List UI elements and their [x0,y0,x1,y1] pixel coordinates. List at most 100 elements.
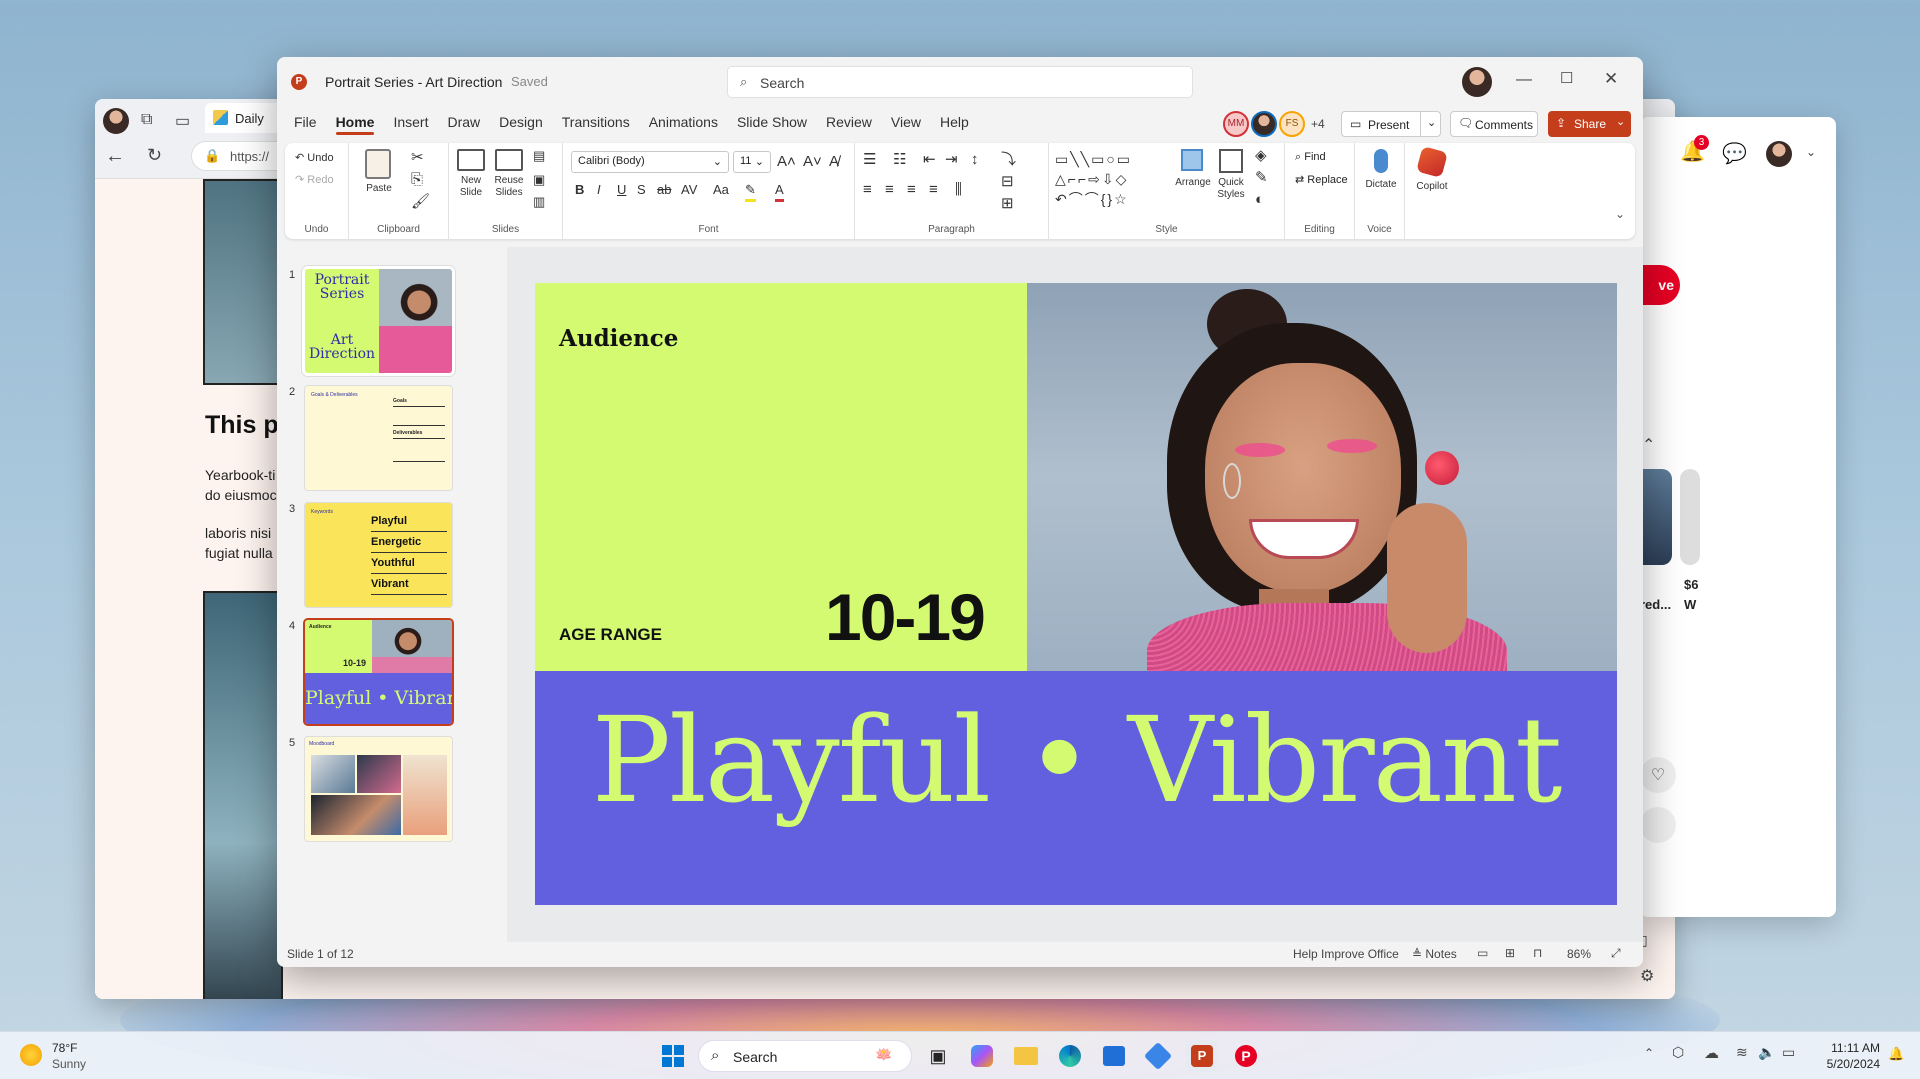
collaborator-avatar-mm[interactable]: MM [1223,111,1249,137]
pinterest-icon[interactable]: P [1230,1040,1262,1072]
clock-date[interactable]: 5/20/2024 [1818,1057,1880,1071]
onedrive-cloud-icon[interactable]: ☁ [1704,1044,1719,1062]
dictate-button[interactable]: Dictate [1361,149,1401,209]
weather-condition[interactable]: Sunny [52,1057,86,1071]
save-button[interactable]: ve [1640,265,1680,305]
normal-view-icon[interactable]: ▭ [1477,946,1488,960]
tab-transitions[interactable]: Transitions [562,107,630,137]
section-icon[interactable]: ▥ [533,193,545,211]
thumbnail-slide-2[interactable]: Goals & Deliverables Goals Deliverables [305,386,452,490]
taskbar-search[interactable]: ⌕ Search 🪷 [698,1040,912,1072]
tab-slide-show[interactable]: Slide Show [737,107,807,137]
align-center-icon[interactable]: ≡ [885,181,894,199]
battery-icon[interactable]: ▭ [1782,1044,1795,1061]
decrease-indent-icon[interactable]: ⇤ [923,151,936,169]
cut-icon[interactable]: ✂ [411,149,424,167]
bold-icon[interactable]: B [575,181,584,199]
text-direction-icon[interactable]: ⤵ [1001,151,1016,169]
back-icon[interactable]: ← [105,145,125,168]
arrange-button[interactable]: Arrange [1175,149,1211,219]
comments-button[interactable]: 🗨 Comments [1450,111,1538,137]
wifi-icon[interactable]: ≋ [1736,1044,1748,1061]
collaborators-more[interactable]: +4 [1311,117,1325,131]
thumbnail-slide-5[interactable]: Moodboard [305,737,452,841]
current-slide[interactable]: Audience AGE RANGE 10-19 Playful • Vibra… [535,283,1617,905]
slide-sorter-icon[interactable]: ⊞ [1505,946,1515,960]
clear-formatting-icon[interactable]: A̸ [829,153,839,171]
collaborator-avatar-fs[interactable]: FS [1279,111,1305,137]
tab-insert[interactable]: Insert [393,107,428,137]
start-icon[interactable] [657,1040,689,1072]
clock-time[interactable]: 11:11 AM [1822,1041,1880,1055]
edge-icon[interactable] [1054,1040,1086,1072]
copy-icon[interactable]: ⎘ [411,171,423,189]
shape-fill-icon[interactable]: ◈ [1255,147,1267,165]
increase-indent-icon[interactable]: ⇥ [945,151,958,169]
reading-view-icon[interactable]: ⊓ [1533,946,1542,960]
tab-actions-icon[interactable]: ▭ [175,111,190,131]
thumbnail-slide-1[interactable]: Portrait Series Art Direction [305,269,452,373]
collections-icon[interactable]: ⧉ [141,111,152,129]
columns-icon[interactable]: ⫼ [955,181,962,199]
help-improve-office[interactable]: Help Improve Office [1293,947,1399,961]
quick-styles-button[interactable]: Quick Styles [1213,149,1249,219]
chevron-down-icon[interactable]: ⌄ [1806,145,1816,159]
notifications-icon[interactable]: 🔔 3 [1680,135,1710,169]
tab-design[interactable]: Design [499,107,543,137]
tab-view[interactable]: View [891,107,921,137]
pinterest-avatar[interactable] [1766,141,1792,167]
account-avatar[interactable] [1462,67,1492,97]
refresh-icon[interactable]: ↻ [147,145,162,166]
collaborator-avatar-photo[interactable] [1251,111,1277,137]
profile-avatar[interactable] [103,108,129,134]
font-size-dropdown[interactable]: 11 ⌄ [733,151,771,173]
new-slide-button[interactable]: New Slide [453,149,489,219]
character-spacing-icon[interactable]: AV [681,181,697,199]
undo-button[interactable]: ↶ Undo [295,151,334,164]
shadow-icon[interactable]: S [637,181,646,199]
redo-button[interactable]: ↷ Redo [295,173,334,186]
heart-icon[interactable]: ♡ [1640,757,1676,793]
align-left-icon[interactable]: ≡ [863,181,872,199]
italic-icon[interactable]: I [597,181,601,199]
file-explorer-icon[interactable] [1010,1040,1042,1072]
present-dropdown-icon[interactable]: ⌄ [1420,112,1436,136]
thumbnail-slide-3[interactable]: Keywords Playful Energetic Youthful Vibr… [305,503,452,607]
tab-file[interactable]: File [294,107,317,137]
notes-button[interactable]: ≜ Notes [1412,947,1457,961]
pin-image-2[interactable] [1680,469,1700,565]
chevron-up-icon[interactable]: ⌃ [1642,435,1655,455]
weather-temp[interactable]: 78°F [52,1041,77,1055]
paste-button[interactable]: Paste [357,149,401,205]
thumbnail-slide-4-selected[interactable]: Audience 10-19 Playful • Vibrant [305,620,452,724]
tab-animations[interactable]: Animations [649,107,718,137]
layout-icon[interactable]: ▤ [533,147,545,165]
messages-icon[interactable]: 💬 [1722,141,1747,166]
align-right-icon[interactable]: ≡ [907,181,916,199]
document-title[interactable]: Portrait Series - Art Direction [325,74,502,90]
more-button[interactable] [1640,807,1676,843]
app-icon[interactable] [1142,1040,1174,1072]
minimize-icon[interactable]: — [1516,71,1532,89]
present-button[interactable]: ▭ Present ⌄ [1341,111,1441,137]
share-button[interactable]: ⇪ Share ⌄ [1548,111,1631,137]
smartart-icon[interactable]: ⊞ [1001,195,1014,213]
pin-image[interactable] [1640,469,1672,565]
replace-button[interactable]: ⇄ Replace [1295,173,1348,186]
show-hidden-icons[interactable]: ⌃ [1644,1046,1654,1060]
font-color-icon[interactable]: A [775,181,784,202]
copilot-button[interactable]: Copilot [1409,146,1455,213]
maximize-icon[interactable]: ☐ [1560,69,1573,87]
settings-gear-icon[interactable]: ⚙ [1640,966,1654,986]
underline-icon[interactable]: U [617,181,626,199]
sun-weather-icon[interactable] [20,1044,42,1066]
tab-home[interactable]: Home [335,107,374,137]
ribbon-collapse-icon[interactable]: ⌄ [1615,207,1625,221]
tab-draw[interactable]: Draw [447,107,480,137]
tab-review[interactable]: Review [826,107,872,137]
notification-bell-icon[interactable]: 🔔 [1888,1046,1904,1062]
find-button[interactable]: ⌕ Find [1295,151,1326,164]
search-box[interactable]: ⌕ Search [727,66,1193,98]
reuse-slides-button[interactable]: Reuse Slides [491,149,527,219]
tab-help[interactable]: Help [940,107,969,137]
